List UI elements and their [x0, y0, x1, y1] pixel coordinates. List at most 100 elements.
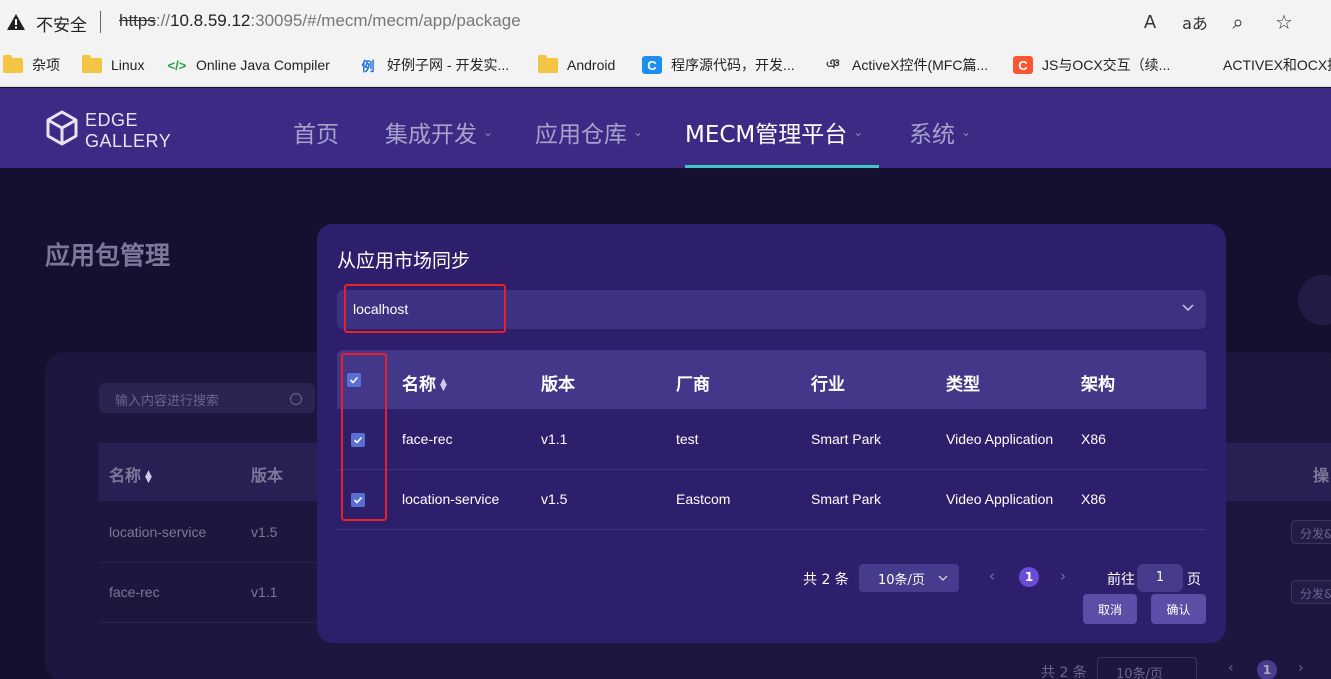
chevron-down-icon: ⌄	[853, 125, 864, 139]
url-path: :30095/#/mecm/mecm/app/package	[250, 11, 521, 30]
folder-icon	[538, 54, 558, 74]
divider	[337, 469, 1206, 470]
cell-arch: X86	[1081, 491, 1106, 507]
active-nav-indicator	[685, 165, 879, 168]
total-count: 共 2 条	[803, 572, 849, 588]
warning-icon[interactable]	[6, 12, 26, 32]
app-header: EDGE GALLERY 首页 集成开发 ⌄ 应用仓库 ⌄ MECM管理平台 ⌄…	[0, 88, 1331, 168]
folder-icon	[82, 54, 102, 74]
column-vendor: 厂商	[676, 375, 710, 395]
feather-icon: ঞ	[826, 55, 840, 71]
search-icon[interactable]	[290, 393, 302, 405]
search-input[interactable]: 输入内容进行搜索	[99, 383, 315, 413]
bookmark-item[interactable]: 杂项	[3, 53, 60, 77]
column-type: 类型	[946, 375, 980, 395]
bg-page-size-select[interactable]: 10条/页	[1097, 657, 1197, 679]
page-title: 应用包管理	[45, 241, 171, 270]
bookmark-item[interactable]: ACTIVEX和OCX控	[1194, 53, 1331, 77]
bg-cell-version: v1.5	[251, 524, 278, 540]
cell-version: v1.1	[541, 431, 568, 447]
bg-column-version: 版本	[251, 466, 284, 485]
chevron-down-icon: ⌄	[961, 125, 972, 139]
highlight-box	[341, 353, 387, 521]
bg-next-page[interactable]: ›	[1298, 660, 1304, 676]
blank-icon	[1194, 56, 1214, 74]
bookmark-item[interactable]: Linux	[82, 53, 144, 77]
url-input[interactable]: https://10.8.59.12:30095/#/mecm/mecm/app…	[119, 11, 521, 31]
sort-icon[interactable]: ▲ ▼	[145, 469, 152, 484]
bg-cell-version: v1.1	[251, 584, 278, 600]
c-icon: C	[642, 56, 662, 74]
next-page-button[interactable]: ›	[1060, 567, 1066, 585]
cell-name: face-rec	[402, 431, 453, 447]
folder-icon	[3, 54, 23, 74]
goto-prefix: 前往	[1107, 572, 1135, 588]
cell-vendor: Eastcom	[676, 491, 731, 507]
cancel-button[interactable]: 取消	[1083, 594, 1137, 624]
bookmarks-bar: 杂项 Linux </> Online Java Compiler 例 好例子网…	[0, 44, 1331, 87]
code-icon: </>	[167, 57, 187, 73]
nav-integration[interactable]: 集成开发 ⌄	[385, 115, 493, 149]
page-number-current[interactable]: 1	[1019, 567, 1039, 587]
cell-industry: Smart Park	[811, 491, 882, 507]
cell-version: v1.5	[541, 491, 568, 507]
sort-icon[interactable]: ▲ ▼	[440, 378, 447, 393]
browser-address-bar: 不安全 https://10.8.59.12:30095/#/mecm/mecm…	[0, 0, 1331, 44]
divider	[337, 529, 1206, 530]
cell-name: location-service	[402, 491, 500, 507]
chevron-down-icon[interactable]	[938, 573, 948, 583]
column-name[interactable]: 名称 ▲ ▼	[402, 370, 447, 395]
confirm-button[interactable]: 确认	[1151, 594, 1206, 624]
bg-prev-page[interactable]: ‹	[1228, 660, 1234, 676]
csdn-icon: C	[1013, 56, 1033, 74]
bg-cell-name: location-service	[109, 524, 207, 540]
chevron-down-icon: ⌄	[483, 125, 494, 139]
translate-icon[interactable]: aあ	[1181, 10, 1209, 34]
nav-mecm[interactable]: MECM管理平台 ⌄	[685, 115, 863, 149]
bookmark-item[interactable]: 例 好例子网 - 开发实...	[358, 53, 509, 77]
cell-type: Video Application	[946, 431, 1054, 447]
goto-suffix: 页	[1187, 572, 1201, 588]
prev-page-button[interactable]: ‹	[989, 567, 995, 585]
dialog-table-header	[337, 350, 1206, 409]
bg-total-count: 共 2 条	[1041, 665, 1087, 679]
bg-distribute-button[interactable]: 分发&	[1291, 580, 1331, 604]
chevron-down-icon[interactable]	[1181, 300, 1195, 314]
highlight-box	[344, 284, 506, 333]
cell-type: Video Application	[946, 491, 1054, 507]
read-aloud-icon[interactable]: A	[1138, 10, 1162, 34]
url-host: 10.8.59.12	[170, 11, 251, 30]
bg-page-number[interactable]: 1	[1257, 660, 1277, 679]
bg-distribute-button[interactable]: 分发&	[1291, 520, 1331, 544]
cell-vendor: test	[676, 431, 699, 447]
chevron-down-icon: ⌄	[633, 125, 644, 139]
bookmark-item[interactable]: </> Online Java Compiler	[167, 53, 330, 77]
bg-column-name[interactable]: 名称 ▲ ▼	[109, 462, 152, 486]
column-arch: 架构	[1081, 375, 1115, 395]
logo-text[interactable]: EDGE GALLERY	[85, 110, 171, 152]
divider	[99, 622, 319, 623]
insecure-label[interactable]: 不安全	[36, 11, 87, 36]
nav-system[interactable]: 系统 ⌄	[909, 115, 971, 149]
column-industry: 行业	[811, 375, 845, 395]
bookmark-item[interactable]: Android	[538, 53, 615, 77]
favorite-icon[interactable]: ☆	[1272, 10, 1296, 34]
separator	[100, 11, 101, 33]
bg-action-button[interactable]	[1298, 275, 1331, 325]
nav-home[interactable]: 首页	[293, 115, 339, 149]
zoom-icon[interactable]: ⌕	[1226, 10, 1250, 34]
cell-industry: Smart Park	[811, 431, 882, 447]
divider	[99, 562, 319, 563]
bookmark-item[interactable]: C 程序源代码，开发...	[642, 53, 795, 77]
bg-cell-name: face-rec	[109, 584, 160, 600]
nav-app-store[interactable]: 应用仓库 ⌄	[535, 115, 643, 149]
bookmark-item[interactable]: C JS与OCX交互（续...	[1013, 53, 1170, 77]
cube-logo-icon[interactable]	[45, 110, 79, 146]
goto-page-input[interactable]: 1	[1137, 564, 1183, 592]
column-version: 版本	[541, 375, 575, 395]
bookmark-item[interactable]: ঞ ActiveX控件(MFC篇...	[823, 53, 988, 77]
url-scheme: https	[119, 11, 156, 30]
dialog-title: 从应用市场同步	[337, 250, 471, 272]
bg-column-ops: 操	[1313, 466, 1330, 485]
cell-arch: X86	[1081, 431, 1106, 447]
